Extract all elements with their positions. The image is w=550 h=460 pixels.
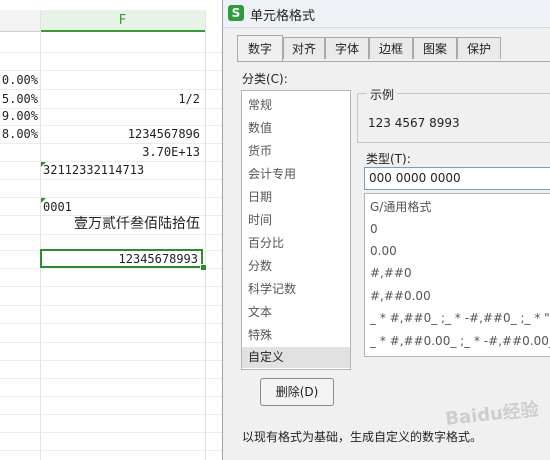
category-accounting[interactable]: 会计专用 [242,164,350,185]
row-divider [0,305,222,306]
category-date[interactable]: 日期 [242,187,350,208]
tab-pattern[interactable]: 图案 [413,37,457,59]
wps-app-icon: S [228,5,244,21]
format-item[interactable]: #,##0.00 [370,286,431,306]
row-divider [0,414,222,415]
category-scientific[interactable]: 科学记数 [242,279,350,300]
dialog-titlebar[interactable]: S 单元格格式 [223,0,550,28]
column-divider [40,10,41,460]
column-f-label: F [118,13,127,28]
active-cell-outline [40,249,203,268]
tab-alignment[interactable]: 对齐 [283,37,325,59]
row-divider [0,323,222,324]
category-percentage[interactable]: 百分比 [242,233,350,254]
cell-number[interactable]: 1234567896 [42,126,200,143]
format-item[interactable]: _ * #,##0.00_ ;_ * -#,##0.00_ ;_ * [370,331,550,351]
tab-protection[interactable]: 保护 [457,37,501,59]
dialog-title: 单元格格式 [250,9,316,24]
row-divider [0,360,222,361]
fill-handle[interactable] [200,264,207,271]
tab-panel-border [237,61,550,62]
spreadsheet: F 0.00% 5.00% 9.00% 8.00% 1/2 1234567896… [0,0,222,460]
cell-percent[interactable]: 0.00% [0,72,38,89]
category-label: 分类(C): [242,72,288,86]
tab-border[interactable]: 边框 [369,37,413,59]
row-divider [0,286,222,287]
row-divider [0,396,222,397]
tab-number[interactable]: 数字 [237,35,283,61]
cell-leading-zero[interactable]: 0001 [43,199,201,216]
cell-percent[interactable]: 8.00% [0,126,38,143]
row-divider [0,268,222,269]
row-divider [0,234,222,235]
cell-scientific[interactable]: 3.70E+13 [42,144,200,161]
format-item[interactable]: G/通用格式 [370,197,431,217]
cell-chinese-number[interactable]: 壹万贰仟叁佰陆拾伍 [42,215,200,234]
row-divider [0,342,222,343]
category-currency[interactable]: 货币 [242,141,350,162]
format-item[interactable]: 0.00 [370,241,397,261]
row-divider [0,89,222,90]
row-divider [0,450,222,451]
row-divider [0,378,222,379]
row-divider [0,197,222,198]
format-cells-dialog: S 单元格格式 数字 对齐 字体 边框 图案 保护 分类(C): 常规 数值 货… [222,0,550,460]
category-time[interactable]: 时间 [242,210,350,231]
category-general[interactable]: 常规 [242,95,350,116]
sample-label: 示例 [367,86,398,103]
sample-group: 示例 123 4567 8993 [357,86,550,143]
category-special[interactable]: 特殊 [242,325,350,346]
sample-value: 123 4567 8993 [368,116,460,130]
cell-text-number[interactable]: 32112332114713 [43,162,201,179]
category-text[interactable]: 文本 [242,302,350,323]
tab-font[interactable]: 字体 [325,37,369,59]
category-custom[interactable]: 自定义 [242,347,350,368]
category-number[interactable]: 数值 [242,118,350,139]
cell-fraction[interactable]: 1/2 [42,91,200,108]
row-divider [0,52,222,53]
delete-button[interactable]: 删除(D) [260,378,334,406]
category-list[interactable]: 常规 数值 货币 会计专用 日期 时间 百分比 分数 科学记数 文本 特殊 自定… [241,90,351,370]
column-header-e[interactable] [0,10,40,32]
format-item[interactable]: 0 [370,219,378,239]
format-item[interactable]: #,##0 [370,263,412,283]
cell-percent[interactable]: 5.00% [0,91,38,108]
row-divider [0,70,222,71]
category-fraction[interactable]: 分数 [242,256,350,277]
format-code-list[interactable]: G/通用格式 0 0.00 #,##0 #,##0.00 _ * #,##0_ … [364,193,550,357]
row-divider [0,432,222,433]
format-item[interactable]: _ * #,##0_ ;_ * -#,##0_ ;_ * "-"_ ; [370,308,550,328]
row-divider [0,179,222,180]
column-divider [205,10,206,460]
cell-percent[interactable]: 9.00% [0,108,38,125]
